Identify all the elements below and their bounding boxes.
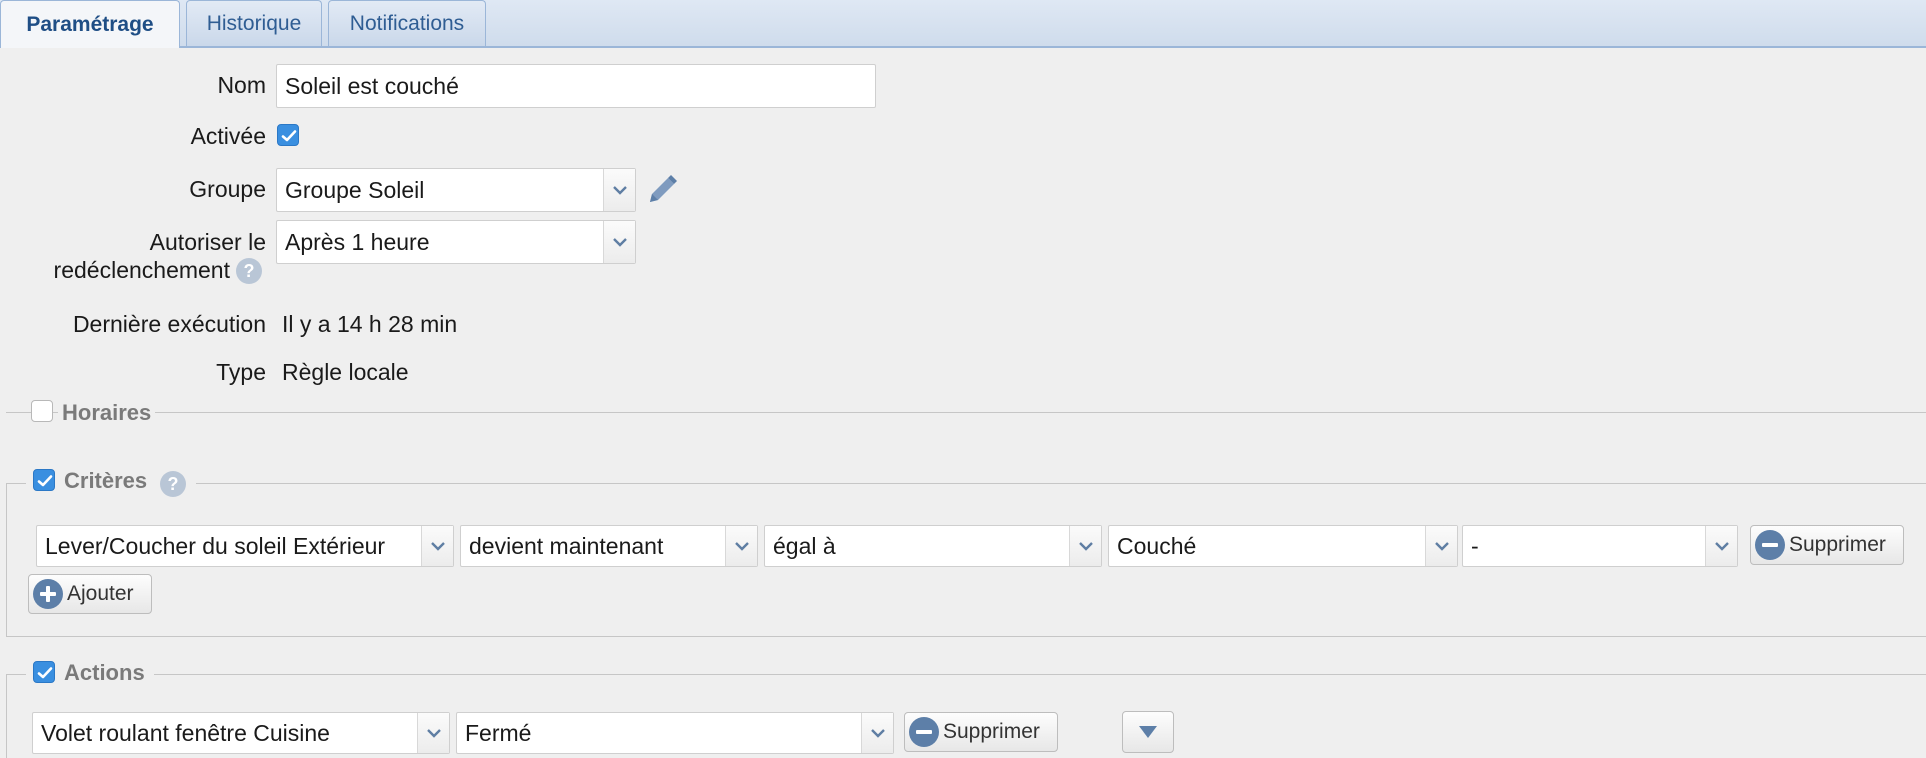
criteria-operator-select[interactable]: égal à: [764, 525, 1102, 567]
criteria-extra-value: -: [1471, 532, 1479, 559]
retrigger-label-line2: redéclenchement: [53, 257, 230, 283]
enabled-label: Activée: [190, 123, 266, 149]
criteria-operator-arrow[interactable]: [1069, 526, 1101, 566]
pencil-icon: [650, 175, 677, 202]
triangle-down-icon: [1139, 726, 1157, 738]
tab-historique[interactable]: Historique: [186, 0, 322, 46]
last-run-label: Dernière exécution: [72, 311, 266, 337]
last-run-value: Il y a 14 h 28 min: [282, 311, 458, 337]
retrigger-select-arrow[interactable]: [603, 221, 635, 263]
criteria-value-value: Couché: [1117, 532, 1197, 559]
name-input[interactable]: Soleil est couché: [276, 64, 876, 108]
group-select-arrow[interactable]: [603, 169, 635, 211]
tab-historique-label: Historique: [206, 11, 302, 35]
action-value-value: Fermé: [465, 719, 532, 746]
name-label: Nom: [217, 72, 266, 98]
retrigger-label-line1: Autoriser le: [149, 229, 266, 255]
minus-circle-icon: [909, 717, 939, 747]
check-icon: [37, 667, 53, 679]
schedules-divider: [6, 412, 1926, 413]
criteria-legend: Critères: [60, 468, 152, 494]
action-device-value: Volet roulant fenêtre Cuisine: [41, 719, 330, 746]
check-icon: [37, 475, 53, 487]
tab-notifications-label: Notifications: [349, 11, 465, 35]
chevron-down-icon: [1714, 541, 1729, 551]
group-select[interactable]: Groupe Soleil: [276, 168, 636, 212]
tab-parametrage-label: Paramétrage: [26, 12, 154, 36]
criteria-device-value: Lever/Coucher du soleil Extérieur: [45, 532, 386, 559]
actions-checkbox[interactable]: [33, 661, 55, 683]
criteria-value-select[interactable]: Couché: [1108, 525, 1458, 567]
schedules-legend: Horaires: [58, 400, 156, 426]
minus-circle-icon: [1755, 530, 1785, 560]
criteria-extra-arrow[interactable]: [1705, 526, 1737, 566]
criteria-checkbox[interactable]: [33, 469, 55, 491]
criteria-value-arrow[interactable]: [1425, 526, 1457, 566]
tab-bar: Paramétrage Historique Notifications: [0, 0, 1926, 48]
retrigger-select-value: Après 1 heure: [285, 228, 430, 255]
tab-notifications[interactable]: Notifications: [328, 0, 486, 46]
type-label: Type: [216, 359, 266, 385]
criteria-device-select[interactable]: Lever/Coucher du soleil Extérieur: [36, 525, 454, 567]
actions-legend: Actions: [60, 660, 149, 686]
criteria-device-arrow[interactable]: [421, 526, 453, 566]
criteria-add-label: Ajouter: [67, 582, 134, 605]
schedules-checkbox[interactable]: [31, 400, 53, 422]
action-expand-button[interactable]: [1122, 711, 1174, 753]
chevron-down-icon: [734, 541, 749, 551]
action-value-select[interactable]: Fermé: [456, 712, 894, 754]
criteria-extra-select[interactable]: -: [1462, 525, 1738, 567]
criteria-delete-label: Supprimer: [1789, 533, 1886, 556]
retrigger-select[interactable]: Après 1 heure: [276, 220, 636, 264]
group-select-value: Groupe Soleil: [285, 176, 425, 203]
criteria-add-button[interactable]: Ajouter: [28, 574, 152, 614]
criteria-help-icon[interactable]: ?: [160, 471, 186, 497]
action-delete-button[interactable]: Supprimer: [904, 712, 1058, 752]
criteria-trigger-arrow[interactable]: [725, 526, 757, 566]
criteria-trigger-value: devient maintenant: [469, 532, 664, 559]
type-value: Règle locale: [282, 359, 409, 385]
chevron-down-icon: [612, 185, 627, 195]
chevron-down-icon: [426, 728, 441, 738]
action-value-arrow[interactable]: [861, 713, 893, 753]
chevron-down-icon: [612, 237, 627, 247]
chevron-down-icon: [1078, 541, 1093, 551]
chevron-down-icon: [430, 541, 445, 551]
criteria-operator-value: égal à: [773, 532, 836, 559]
check-icon: [281, 130, 297, 142]
chevron-down-icon: [1434, 541, 1449, 551]
criteria-trigger-select[interactable]: devient maintenant: [460, 525, 758, 567]
retrigger-help-icon[interactable]: ?: [236, 258, 262, 284]
action-device-select[interactable]: Volet roulant fenêtre Cuisine: [32, 712, 450, 754]
action-device-arrow[interactable]: [417, 713, 449, 753]
tab-parametrage[interactable]: Paramétrage: [0, 0, 180, 48]
chevron-down-icon: [870, 728, 885, 738]
group-label: Groupe: [189, 176, 266, 202]
enabled-checkbox[interactable]: [277, 124, 299, 146]
plus-circle-icon: [33, 579, 63, 609]
action-delete-label: Supprimer: [943, 720, 1040, 743]
criteria-delete-button[interactable]: Supprimer: [1750, 525, 1904, 565]
edit-group-button[interactable]: [644, 172, 680, 208]
retrigger-label: Autoriser le redéclenchement: [20, 228, 266, 284]
